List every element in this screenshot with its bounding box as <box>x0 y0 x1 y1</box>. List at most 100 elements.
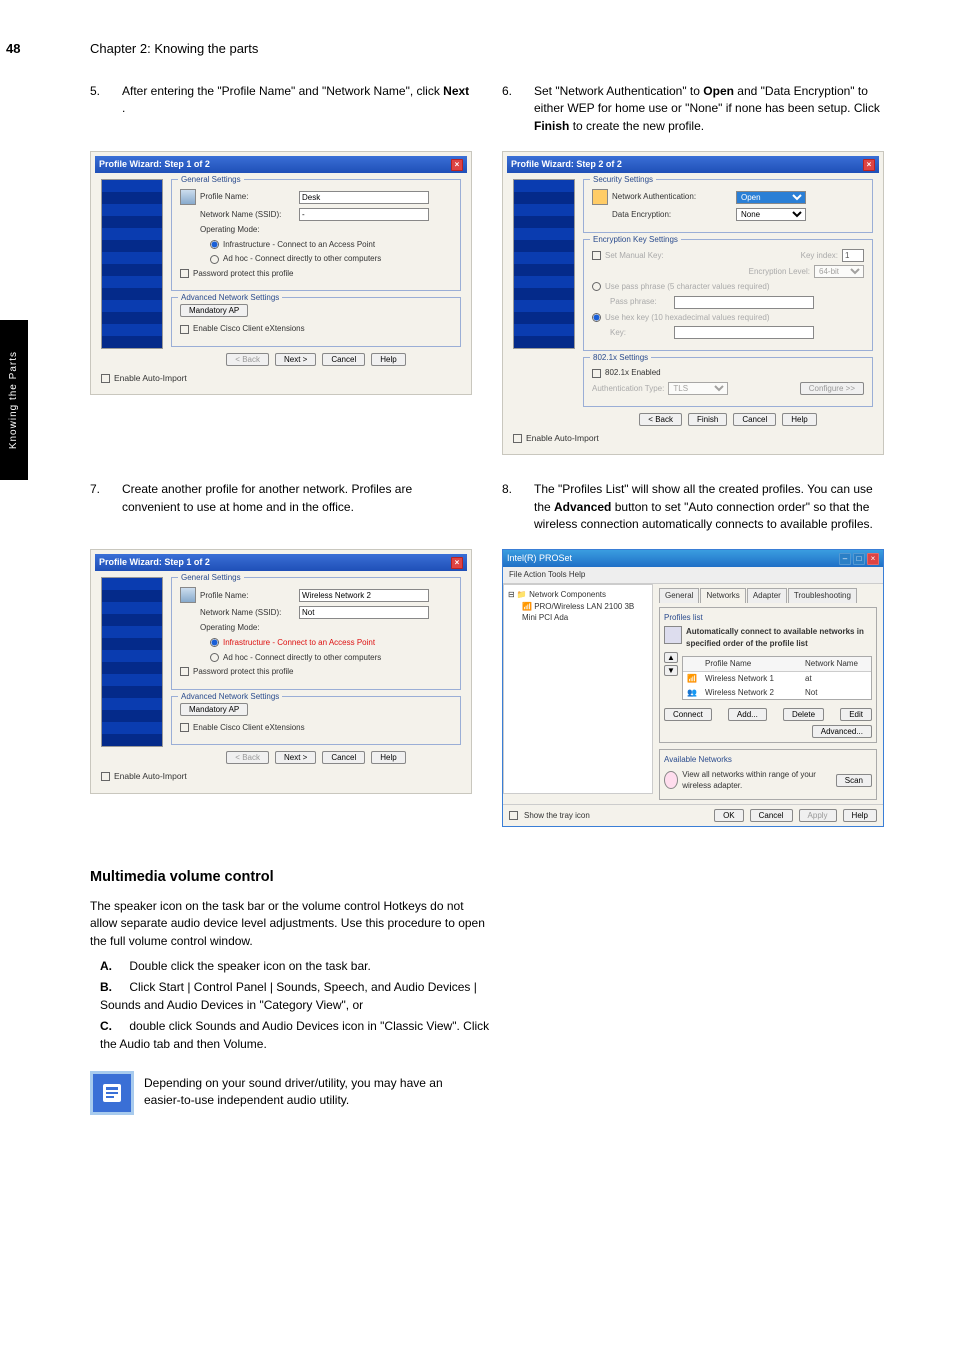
next-button[interactable]: Next > <box>275 353 316 366</box>
volume-steps-list: A. Double click the speaker icon on the … <box>100 958 495 1053</box>
mandatory-ap-button[interactable]: Mandatory AP <box>180 703 248 716</box>
tab-adapter[interactable]: Adapter <box>747 588 787 603</box>
help-button[interactable]: Help <box>371 353 405 366</box>
tray-icon-checkbox[interactable] <box>509 811 518 820</box>
ssid-input[interactable] <box>299 606 429 619</box>
auto-import-checkbox[interactable] <box>101 374 110 383</box>
pwd-protect-checkbox[interactable] <box>180 269 189 278</box>
wizard1a-titlebar: Profile Wizard: Step 1 of 2 × <box>95 156 467 173</box>
general-settings-legend: General Settings <box>178 572 244 584</box>
move-up-button[interactable]: ▲ <box>664 652 678 663</box>
step-6-num: 6. <box>502 83 524 135</box>
8021x-checkbox[interactable] <box>592 369 601 378</box>
available-networks-legend: Available Networks <box>664 754 872 766</box>
auto-import-checkbox[interactable] <box>513 434 522 443</box>
side-tab-label: Knowing the Parts <box>7 351 22 449</box>
col-profile-header: Profile Name <box>701 657 801 671</box>
list-item: A. Double click the speaker icon on the … <box>100 958 495 975</box>
general-settings-group: General Settings Profile Name: Network N… <box>171 179 461 291</box>
enc-select[interactable]: None <box>736 208 806 221</box>
cancel-button[interactable]: Cancel <box>750 809 793 822</box>
proset-title: Intel(R) PROSet <box>507 552 572 565</box>
add-button[interactable]: Add... <box>728 708 767 721</box>
close-icon[interactable]: × <box>863 159 875 171</box>
help-button[interactable]: Help <box>371 751 405 764</box>
connect-button[interactable]: Connect <box>664 708 712 721</box>
pwd-protect-label: Password protect this profile <box>193 666 294 678</box>
wizard2-title: Profile Wizard: Step 2 of 2 <box>511 158 622 171</box>
advanced-button[interactable]: Advanced... <box>812 725 872 738</box>
tab-troubleshooting[interactable]: Troubleshooting <box>788 588 857 603</box>
finish-button[interactable]: Finish <box>688 413 727 426</box>
close-icon[interactable]: × <box>451 557 463 569</box>
table-row[interactable]: 📶 Wireless Network 1 at <box>683 672 871 686</box>
enc-level-label: Encryption Level: <box>749 266 810 278</box>
ok-button[interactable]: OK <box>714 809 744 822</box>
cancel-button[interactable]: Cancel <box>322 353 365 366</box>
tab-general[interactable]: General <box>659 588 699 603</box>
profiles-table[interactable]: Profile Name Network Name 📶 Wireless Net… <box>682 656 872 700</box>
help-button[interactable]: Help <box>843 809 877 822</box>
use-passphrase-radio <box>592 282 601 291</box>
back-button[interactable]: < Back <box>639 413 682 426</box>
proset-titlebar: Intel(R) PROSet – □ × <box>503 550 883 567</box>
edit-button[interactable]: Edit <box>840 708 872 721</box>
step-6: 6. Set "Network Authentication" to Open … <box>502 83 884 135</box>
chapter-head: Chapter 2: Knowing the parts <box>90 40 884 59</box>
profile-name-input[interactable] <box>299 191 429 204</box>
close-icon[interactable]: × <box>451 159 463 171</box>
radio-adhoc[interactable] <box>210 653 219 662</box>
maximize-icon[interactable]: □ <box>853 553 865 565</box>
use-hex-radio <box>592 313 601 322</box>
lock-icon <box>592 189 608 205</box>
cisco-ext-checkbox[interactable] <box>180 723 189 732</box>
help-button[interactable]: Help <box>782 413 816 426</box>
profile-name-input[interactable] <box>299 589 429 602</box>
note-text: Depending on your sound driver/utility, … <box>144 1071 474 1115</box>
use-hex-label: Use hex key (10 hexadecimal values requi… <box>605 312 770 324</box>
radio-infrastructure[interactable] <box>210 240 219 249</box>
wizard-side-image <box>101 179 163 349</box>
item-text: Click Start | Control Panel | Sounds, Sp… <box>100 980 477 1011</box>
proset-tree[interactable]: ⊟ 📁 Network Components 📶 PRO/Wireless LA… <box>503 584 653 794</box>
scan-button[interactable]: Scan <box>836 774 872 787</box>
pwd-protect-checkbox[interactable] <box>180 667 189 676</box>
ssid-label: Network Name (SSID): <box>200 209 295 221</box>
wizard-step2: Profile Wizard: Step 2 of 2 × Security S… <box>502 151 884 455</box>
8021x-group: 802.1x Settings 802.1x Enabled Authentic… <box>583 357 873 407</box>
tab-networks[interactable]: Networks <box>700 588 745 603</box>
tray-icon-label: Show the tray icon <box>524 810 590 822</box>
network-icon <box>664 626 682 644</box>
ssid-input[interactable] <box>299 208 429 221</box>
delete-button[interactable]: Delete <box>783 708 824 721</box>
item-text: double click Sounds and Audio Devices ic… <box>100 1019 489 1050</box>
auth-select[interactable]: Open <box>736 191 806 204</box>
auto-import-checkbox[interactable] <box>101 772 110 781</box>
tree-item[interactable]: PRO/Wireless LAN 2100 3B Mini PCI Ada <box>522 602 634 623</box>
ssid-label: Network Name (SSID): <box>200 607 295 619</box>
key-input <box>674 326 814 339</box>
cisco-ext-label: Enable Cisco Client eXtensions <box>193 323 305 335</box>
table-row[interactable]: 👥 Wireless Network 2 Not <box>683 686 871 700</box>
cisco-ext-checkbox[interactable] <box>180 325 189 334</box>
mandatory-ap-button[interactable]: Mandatory AP <box>180 304 248 317</box>
minimize-icon[interactable]: – <box>839 553 851 565</box>
move-down-button[interactable]: ▼ <box>664 665 678 676</box>
close-icon[interactable]: × <box>867 553 879 565</box>
auto-connect-text: Automatically connect to available netwo… <box>686 626 872 649</box>
key-index-input <box>842 249 864 262</box>
item-letter: C. <box>100 1018 126 1035</box>
back-button: < Back <box>226 751 269 764</box>
cancel-button[interactable]: Cancel <box>322 751 365 764</box>
proset-tabs: General Networks Adapter Troubleshooting <box>659 588 877 603</box>
radio-adhoc[interactable] <box>210 255 219 264</box>
wizard-side-image <box>513 179 575 349</box>
op-mode-label: Operating Mode: <box>200 224 295 236</box>
cancel-button[interactable]: Cancel <box>733 413 776 426</box>
step-7-text: Create another profile for another netwo… <box>122 481 472 516</box>
proset-menu[interactable]: File Action Tools Help <box>503 567 883 584</box>
volume-para: The speaker icon on the task bar or the … <box>90 898 485 950</box>
next-button[interactable]: Next > <box>275 751 316 764</box>
proset-window: Intel(R) PROSet – □ × File Action Tools … <box>502 549 884 827</box>
radio-infrastructure[interactable] <box>210 638 219 647</box>
